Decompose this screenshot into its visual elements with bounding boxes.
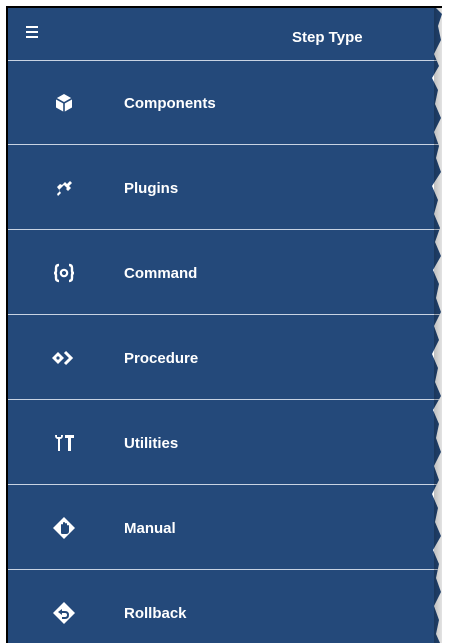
rollback-icon	[53, 602, 75, 624]
panel-header: Step Type	[8, 8, 442, 61]
curly-braces-icon	[53, 263, 75, 283]
step-type-item-manual[interactable]: Manual	[8, 486, 442, 570]
step-type-window: Step Type Components Plugins Command Pro…	[6, 6, 442, 643]
panel-title: Step Type	[292, 29, 363, 46]
step-type-item-utilities[interactable]: Utilities	[8, 401, 442, 485]
step-type-item-components[interactable]: Components	[8, 61, 442, 145]
step-type-label: Plugins	[124, 180, 179, 197]
step-type-item-command[interactable]: Command	[8, 231, 442, 315]
cube-icon	[55, 94, 73, 112]
step-type-panel: Step Type Components Plugins Command Pro…	[8, 8, 442, 643]
step-type-label: Components	[124, 95, 216, 112]
torn-edge-shadow	[434, 8, 442, 643]
hamburger-icon[interactable]	[26, 26, 38, 38]
procedure-icon	[52, 350, 74, 366]
step-type-item-rollback[interactable]: Rollback	[8, 571, 442, 643]
step-type-label: Rollback	[124, 605, 187, 622]
step-type-item-plugins[interactable]: Plugins	[8, 146, 442, 230]
plug-icon	[57, 181, 72, 196]
step-type-label: Manual	[124, 520, 176, 537]
hand-icon	[53, 517, 75, 539]
tools-icon	[55, 435, 74, 451]
step-type-label: Utilities	[124, 435, 179, 452]
step-type-item-procedure[interactable]: Procedure	[8, 316, 442, 400]
step-type-label: Command	[124, 265, 198, 282]
step-type-label: Procedure	[124, 350, 199, 367]
